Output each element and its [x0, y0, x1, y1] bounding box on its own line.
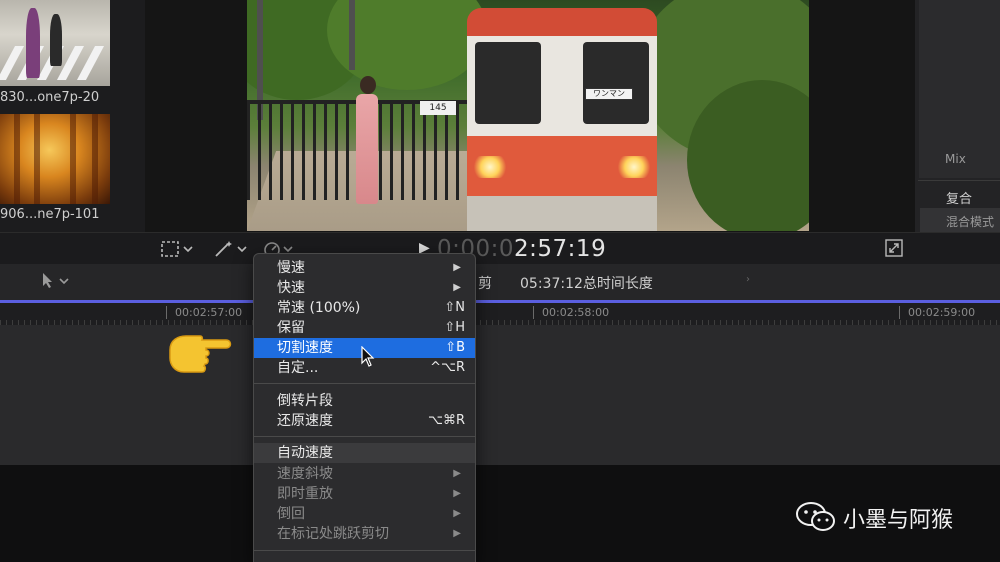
ruler-mark-2: 00:02:58:00	[533, 306, 609, 319]
crop-icon	[161, 241, 193, 257]
menu-item-speed-ramp[interactable]: 速度斜坡 ▶	[254, 464, 475, 484]
blend-mode-field[interactable]: 混合模式	[920, 208, 1000, 232]
menu-item-fast[interactable]: 快速 ▶	[254, 278, 475, 298]
menu-item-automatic-speed[interactable]: 自动速度	[254, 443, 475, 463]
expand-icon	[885, 239, 903, 257]
menu-separator	[254, 550, 475, 551]
submenu-arrow-icon: ▶	[453, 282, 461, 293]
mix-label: Mix	[945, 152, 966, 166]
menu-item-normal-speed[interactable]: 常速 (100%) ⇧N	[254, 298, 475, 318]
timeline-toolbar: 剪 05:37:12总时间长度 ›	[0, 264, 1000, 300]
clip-label-1: 830...one7p-20	[0, 90, 100, 105]
media-browser: 830...one7p-20 906...ne7p-101	[0, 0, 145, 232]
menu-item-instant-replay[interactable]: 即时重放 ▶	[254, 484, 475, 504]
menu-separator	[254, 383, 475, 384]
chevron-right-icon[interactable]: ›	[746, 274, 756, 288]
platform-sign: 145	[420, 101, 456, 115]
train-destination-sign: ワンマン	[585, 88, 633, 100]
compound-label: 复合	[946, 192, 973, 207]
submenu-arrow-icon: ▶	[453, 508, 461, 519]
magic-wand-icon	[215, 241, 247, 257]
ruler-mark-3: 00:02:59:00	[899, 306, 975, 319]
clip-thumbnail-2[interactable]	[0, 114, 110, 204]
timeline-ruler[interactable]: 00:02:57:00 00:02:58:00 00:02:59:00	[0, 303, 1000, 325]
menu-item-jump-cut-at-markers[interactable]: 在标记处跳跃剪切 ▶	[254, 524, 475, 544]
viewer-toolbar: ▶ 0:00:02:57:19	[0, 232, 1000, 264]
submenu-arrow-icon: ▶	[453, 468, 461, 479]
timeline-area[interactable]	[0, 325, 1000, 465]
submenu-arrow-icon: ▶	[453, 488, 461, 499]
retime-context-menu: 慢速 ▶ 快速 ▶ 常速 (100%) ⇧N 保留 ⇧H 切割速度 ⇧B 自定... ^⌥R…	[253, 253, 476, 562]
menu-item-reverse-clip[interactable]: 倒转片段	[254, 391, 475, 411]
submenu-arrow-icon: ▶	[453, 262, 461, 273]
ruler-mark-1: 00:02:57:00	[166, 306, 242, 319]
submenu-arrow-icon: ▶	[453, 528, 461, 539]
menu-item-hold[interactable]: 保留 ⇧H	[254, 318, 475, 338]
mouse-cursor-icon	[361, 346, 375, 367]
menu-separator	[254, 436, 475, 437]
menu-item-reset-speed[interactable]: 还原速度 ⌥⌘R	[254, 411, 475, 431]
menu-item-slow[interactable]: 慢速 ▶	[254, 258, 475, 278]
clip-label-2: 906...ne7p-101	[0, 207, 100, 222]
watermark-text: 小墨与阿猴	[843, 508, 954, 533]
clip-thumbnail-1[interactable]	[0, 0, 110, 86]
total-duration: 05:37:12总时间长度	[520, 276, 653, 292]
pointing-hand-icon	[169, 335, 232, 373]
wechat-icon	[796, 502, 835, 531]
clip-name-partial: 剪	[478, 276, 492, 292]
blend-mode-label: 混合模式	[946, 215, 995, 229]
inspector-divider	[918, 180, 1000, 181]
timecode-value: 2:57:19	[514, 236, 607, 262]
fullscreen-button[interactable]	[885, 239, 903, 259]
train: ワンマン	[467, 8, 657, 231]
enhancements-menu-button[interactable]	[212, 239, 248, 259]
arrow-cursor-icon	[43, 273, 69, 288]
menu-item-rewind[interactable]: 倒回 ▶	[254, 504, 475, 524]
tool-select-button[interactable]	[40, 272, 72, 294]
video-frame: 145 ワンマン	[247, 0, 809, 231]
transform-menu-button[interactable]	[160, 239, 194, 259]
person-in-kimono	[352, 76, 382, 208]
